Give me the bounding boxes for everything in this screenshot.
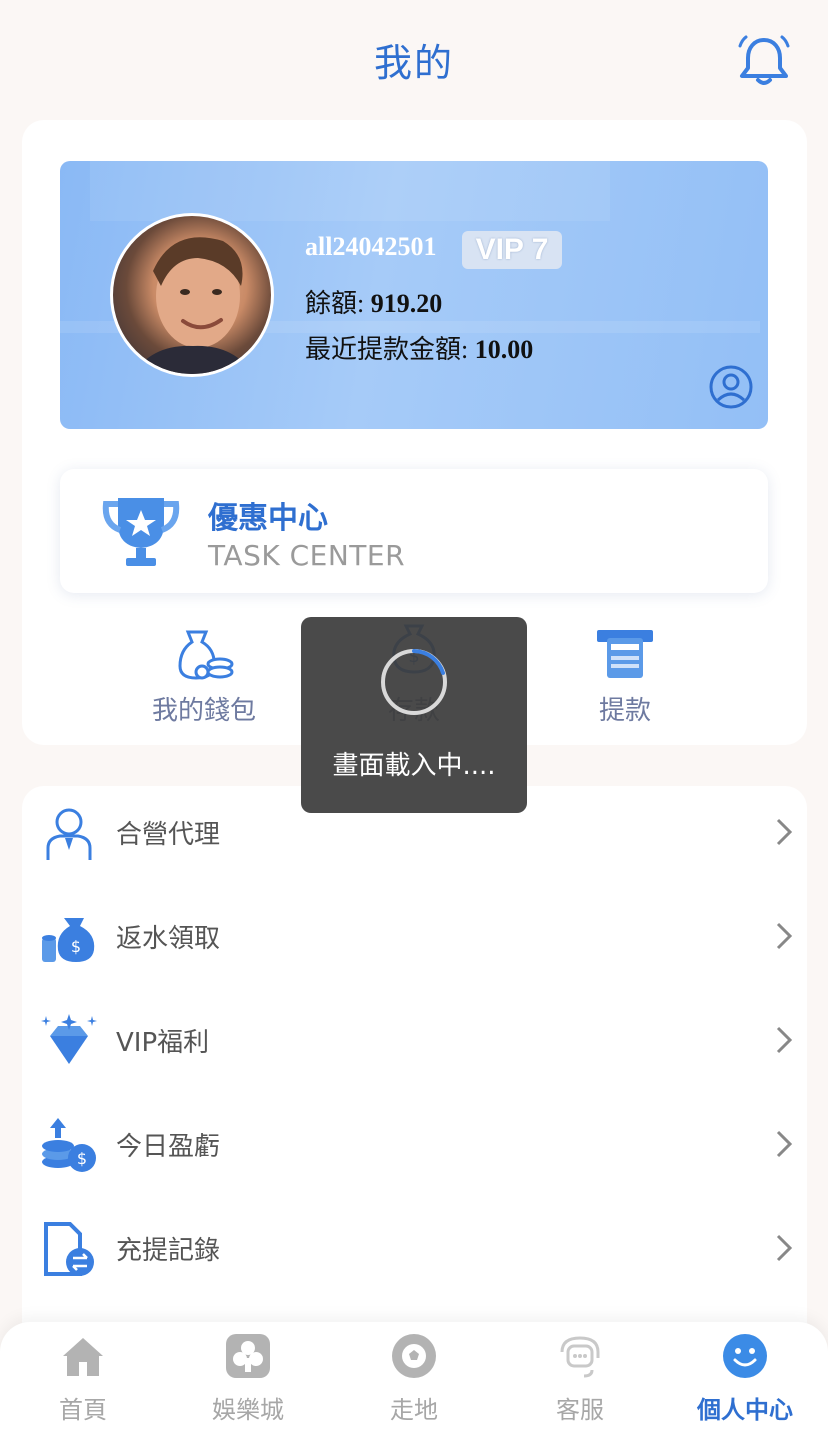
loading-toast: 畫面載入中....: [301, 617, 527, 813]
user-circle-icon[interactable]: [708, 364, 754, 410]
agent-icon: [46, 808, 92, 860]
task-center-subtitle: TASK CENTER: [208, 539, 406, 572]
nav-label-service: 客服: [556, 1396, 604, 1424]
diamond-icon: [41, 1014, 97, 1064]
header: 我的: [0, 0, 828, 118]
svg-text:$: $: [71, 937, 81, 956]
nav-label-profile: 個人中心: [697, 1396, 793, 1424]
nav-profile[interactable]: 個人中心: [675, 1330, 815, 1430]
menu-item-records[interactable]: 充提記錄: [22, 1198, 807, 1302]
recent-withdraw-label: 最近提款金額:: [305, 335, 475, 364]
balance-value: 919.20: [370, 289, 443, 318]
chat-icon: [560, 1336, 600, 1378]
chevron-right-icon: [776, 818, 793, 846]
nav-label-home: 首頁: [59, 1396, 107, 1424]
balance-label: 餘額:: [305, 289, 371, 318]
chevron-right-icon: [776, 1130, 793, 1158]
nav-live[interactable]: 走地: [344, 1330, 484, 1430]
chevron-right-icon: [776, 1026, 793, 1054]
money-bag-icon: [178, 630, 234, 680]
menu-label-records: 充提記錄: [116, 1236, 221, 1266]
username: all24042501: [305, 232, 437, 261]
trophy-icon: [102, 498, 180, 566]
nav-label-live: 走地: [390, 1396, 438, 1424]
nav-service[interactable]: 客服: [510, 1330, 650, 1430]
nav-casino[interactable]: 娛樂城: [178, 1330, 318, 1430]
menu-label-pnl: 今日盈虧: [116, 1132, 221, 1162]
nav-home[interactable]: 首頁: [13, 1330, 153, 1430]
coins-icon: $: [42, 1118, 96, 1172]
withdraw-label: 提款: [598, 696, 651, 726]
chevron-right-icon: [776, 922, 793, 950]
record-icon: [44, 1222, 94, 1276]
svg-text:$: $: [77, 1149, 87, 1168]
nav-label-casino: 娛樂城: [212, 1396, 284, 1424]
atm-icon: [597, 630, 653, 678]
menu-item-vip[interactable]: VIP福利: [22, 990, 807, 1094]
menu-label-agent: 合營代理: [116, 820, 221, 850]
vip-badge: VIP 7: [462, 231, 562, 269]
home-icon: [63, 1338, 103, 1376]
bell-icon[interactable]: [736, 32, 792, 88]
loading-text: 畫面載入中....: [332, 751, 496, 781]
rebate-icon: $: [42, 918, 95, 962]
balance: 餘額: 919.20: [305, 283, 442, 320]
task-center-title: 優惠中心: [208, 501, 328, 536]
soccer-icon: [392, 1334, 436, 1378]
menu-label-vip: VIP福利: [116, 1028, 210, 1058]
wallet-label: 我的錢包: [151, 696, 256, 726]
menu-label-rebate: 返水領取: [116, 924, 221, 954]
chevron-right-icon: [776, 1234, 793, 1262]
smile-icon: [723, 1334, 767, 1378]
page-title: 我的: [373, 41, 454, 85]
avatar[interactable]: [110, 213, 274, 377]
menu-item-rebate[interactable]: $ 返水領取: [22, 886, 807, 990]
casino-icon: [226, 1334, 270, 1378]
recent-withdraw: 最近提款金額: 10.00: [305, 329, 533, 366]
menu-item-pnl[interactable]: $ 今日盈虧: [22, 1094, 807, 1198]
loading-spinner-icon: [381, 649, 447, 715]
recent-withdraw-value: 10.00: [474, 335, 534, 364]
